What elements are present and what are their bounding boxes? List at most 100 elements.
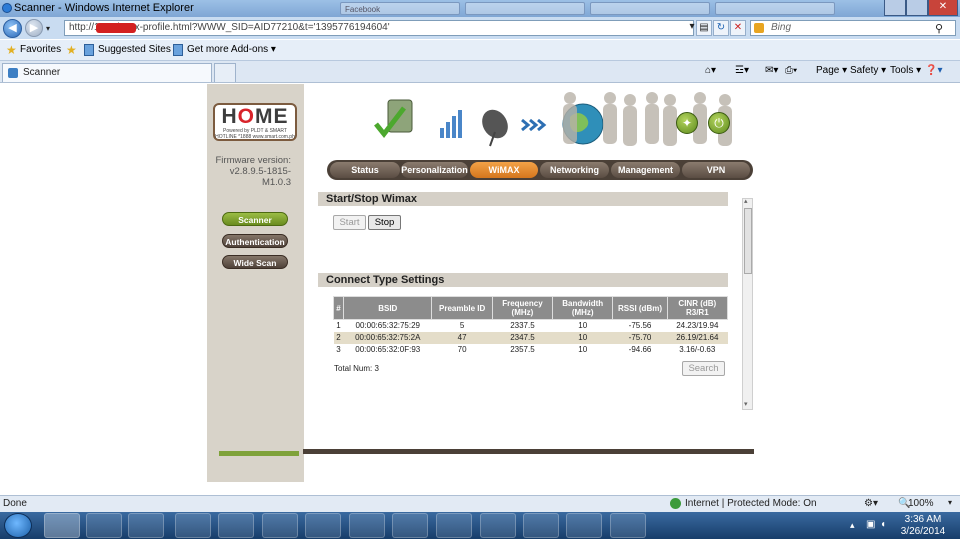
- safety-menu[interactable]: Safety ▾: [850, 65, 886, 76]
- tab-scanner[interactable]: Scanner: [2, 63, 212, 82]
- total-count: Total Num: 3: [334, 364, 379, 373]
- tab-networking[interactable]: Networking: [540, 162, 609, 178]
- add-favorites-icon[interactable]: ★: [66, 43, 77, 57]
- stop-button[interactable]: Stop: [368, 215, 401, 230]
- tray-arrow-icon[interactable]: ▴: [850, 520, 855, 531]
- taskbar-chrome-icon[interactable]: [175, 513, 211, 538]
- favorites-button[interactable]: Favorites: [20, 44, 61, 55]
- minimize-button[interactable]: [884, 0, 906, 16]
- left-sidebar: [207, 84, 304, 482]
- suggested-sites-link[interactable]: Suggested Sites ▾: [98, 44, 179, 55]
- taskbar-app-icon[interactable]: [262, 513, 298, 538]
- tray-network-icon[interactable]: ▣: [866, 519, 875, 530]
- background-window-tab[interactable]: [715, 2, 835, 15]
- home-icon[interactable]: ⌂▾: [705, 65, 716, 76]
- favorites-star-icon: ★: [6, 43, 17, 57]
- background-window-tab[interactable]: [465, 2, 585, 15]
- maximize-button[interactable]: [906, 0, 928, 16]
- cell: 26.19/21.64: [667, 331, 728, 344]
- cell: 2347.5: [492, 331, 553, 344]
- taskbar-winrar-icon[interactable]: [436, 513, 472, 538]
- zoom-dropdown-icon[interactable]: ▾: [948, 498, 952, 507]
- tab-wimax[interactable]: WiMAX: [470, 162, 538, 178]
- signal-bars-icon: [440, 110, 462, 138]
- column-header: Bandwidth (MHz): [552, 296, 614, 320]
- cell: -94.66: [628, 345, 652, 354]
- back-button[interactable]: ◀: [3, 19, 22, 38]
- ie-icon: [2, 3, 12, 13]
- taskbar-ie-icon[interactable]: [44, 513, 80, 538]
- footer-accent-bar: [219, 451, 299, 456]
- url-input[interactable]: http://10.5 /wmx-profile.html?WWW_SID=AI…: [64, 20, 694, 36]
- new-tab-button[interactable]: [214, 63, 236, 82]
- search-icon[interactable]: ⚲: [935, 22, 943, 35]
- page-menu[interactable]: Page ▾: [816, 65, 847, 76]
- taskbar-cmd-icon[interactable]: [305, 513, 341, 538]
- sidebar-item-authentication[interactable]: Authentication: [222, 234, 288, 248]
- taskbar-media-player-icon[interactable]: [128, 513, 164, 538]
- column-header: RSSI (dBm): [612, 296, 668, 320]
- protected-mode-icon[interactable]: ⚙▾: [864, 498, 878, 509]
- search-input[interactable]: Bing: [750, 20, 956, 36]
- tray-volume-icon[interactable]: ◖: [880, 519, 886, 530]
- security-zone: Internet | Protected Mode: On: [685, 498, 817, 509]
- background-window-tab[interactable]: [590, 2, 710, 15]
- start-button[interactable]: Start: [333, 215, 366, 230]
- table-row[interactable]: 2 00:00:65:32:75:2A 47 2347.5 10 -75.70 …: [333, 331, 728, 344]
- table-row[interactable]: 1 00:00:65:32:75:29 5 2337.5 10 -75.56 2…: [334, 320, 728, 332]
- start-button[interactable]: [4, 513, 32, 538]
- check-device-icon: [374, 99, 413, 139]
- background-window-tab[interactable]: Facebook: [340, 2, 460, 15]
- feeds-icon[interactable]: ☲▾: [735, 65, 749, 76]
- taskbar-paint-icon[interactable]: [566, 513, 602, 538]
- tools-menu[interactable]: Tools ▾: [890, 65, 921, 76]
- sidebar-item-scanner[interactable]: Scanner: [222, 212, 288, 226]
- close-button[interactable]: ✕: [928, 0, 958, 16]
- taskbar-app-icon[interactable]: [523, 513, 559, 538]
- connect-type-header: Connect Type Settings: [318, 273, 728, 287]
- stop-icon[interactable]: ✕: [730, 20, 746, 36]
- compatibility-view-icon[interactable]: ▤: [696, 20, 712, 36]
- settings-icon[interactable]: ✦: [676, 112, 698, 134]
- tab-bar: Scanner ⌂▾ ☲▾ ✉▾ ⎙▾ Page ▾ Safety ▾ Tool…: [0, 61, 960, 83]
- cell: 5: [459, 321, 465, 331]
- sidebar-item-wide-scan[interactable]: Wide Scan: [222, 255, 288, 269]
- get-addons-link[interactable]: Get more Add-ons ▾: [187, 44, 276, 55]
- mail-icon[interactable]: ✉▾: [765, 65, 778, 76]
- print-icon[interactable]: ⎙▾: [785, 65, 797, 76]
- bsid-table: # BSID Preamble ID Frequency (MHz) Bandw…: [332, 296, 729, 356]
- footer-bar: [303, 449, 754, 454]
- tab-personalization[interactable]: Personalization: [401, 162, 468, 178]
- scrollbar-thumb[interactable]: [744, 208, 752, 274]
- forward-button[interactable]: ▶: [25, 19, 43, 37]
- taskbar-firefox-icon[interactable]: [218, 513, 254, 538]
- zoom-level[interactable]: 100%: [908, 498, 934, 509]
- taskbar-network-icon[interactable]: [610, 513, 646, 538]
- scroll-up-icon[interactable]: ▴: [744, 197, 748, 205]
- power-icon[interactable]: ⏻: [708, 112, 730, 134]
- cell: 2357.5: [510, 345, 535, 354]
- taskbar-app-icon[interactable]: [392, 513, 428, 538]
- refresh-icon[interactable]: ↻: [713, 20, 729, 36]
- search-button[interactable]: Search: [682, 361, 725, 376]
- cell: 70: [457, 345, 467, 354]
- column-header: CINR (dB) R3/R1: [666, 296, 729, 320]
- taskbar-app-icon[interactable]: [349, 513, 385, 538]
- column-header: BSID: [343, 296, 433, 320]
- clock[interactable]: 3:36 AM 3/26/2014: [888, 514, 958, 538]
- taskbar-explorer-icon[interactable]: [86, 513, 122, 538]
- cell: 2: [333, 331, 344, 344]
- satellite-dish-icon: [482, 109, 508, 147]
- tab-vpn[interactable]: VPN: [682, 162, 750, 178]
- cell: 00:00:65:32:75:2A: [343, 331, 432, 344]
- taskbar-app-icon[interactable]: [480, 513, 516, 538]
- column-header: Preamble ID: [431, 296, 493, 320]
- history-dropdown-icon[interactable]: ▾: [46, 24, 50, 33]
- scroll-down-icon[interactable]: ▾: [744, 400, 748, 408]
- table-row[interactable]: 3 00:00:65:32:0F:93 70 2357.5 10 -94.66 …: [334, 344, 728, 356]
- help-icon[interactable]: ❓▾: [925, 65, 942, 76]
- clock-date: 3/26/2014: [900, 526, 946, 537]
- window-title: Scanner - Windows Internet Explorer: [14, 2, 194, 14]
- tab-status[interactable]: Status: [330, 162, 400, 178]
- tab-management[interactable]: Management: [611, 162, 680, 178]
